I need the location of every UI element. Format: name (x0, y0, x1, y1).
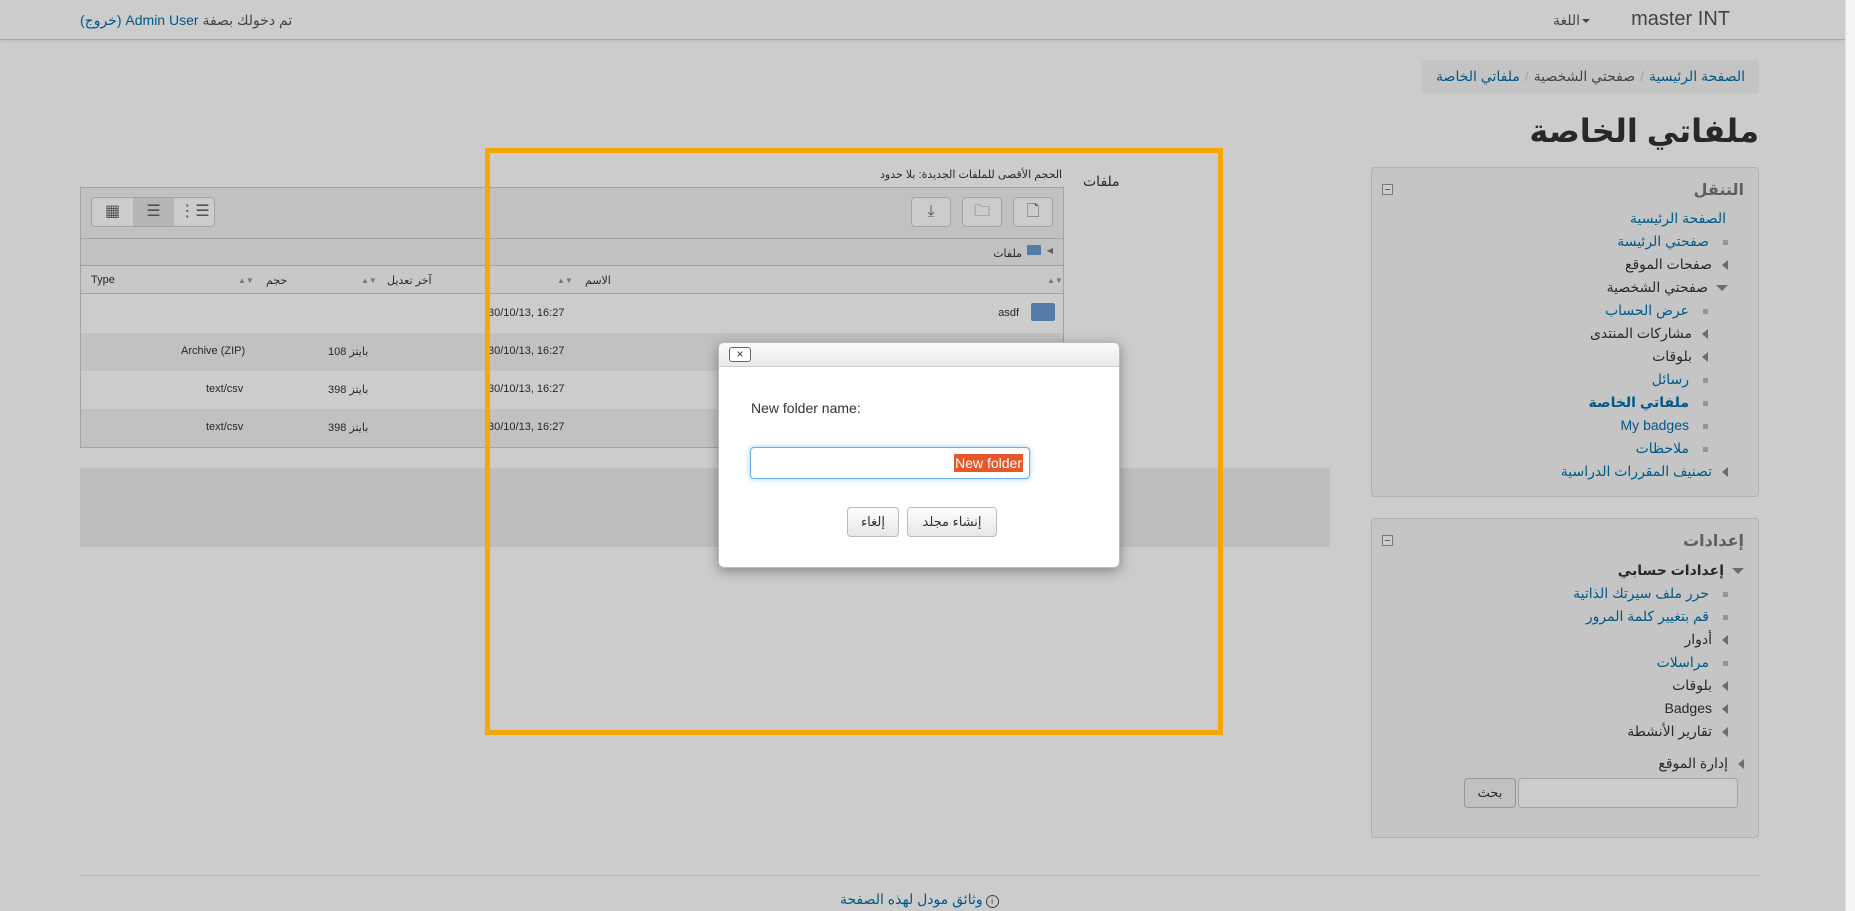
create-folder-submit-button[interactable]: إنشاء مجلد (907, 507, 997, 537)
page-scrollbar[interactable] (1845, 0, 1855, 911)
close-icon[interactable]: × (729, 347, 751, 362)
new-folder-label: New folder name: (751, 400, 861, 416)
dialog-header: × (719, 343, 1119, 367)
input-selected-text: New folder (954, 454, 1023, 472)
new-folder-dialog: × New folder name: New folder إنشاء مجلد… (718, 342, 1120, 568)
cancel-button[interactable]: إلغاء (847, 507, 899, 537)
new-folder-name-input[interactable]: New folder (750, 447, 1030, 479)
